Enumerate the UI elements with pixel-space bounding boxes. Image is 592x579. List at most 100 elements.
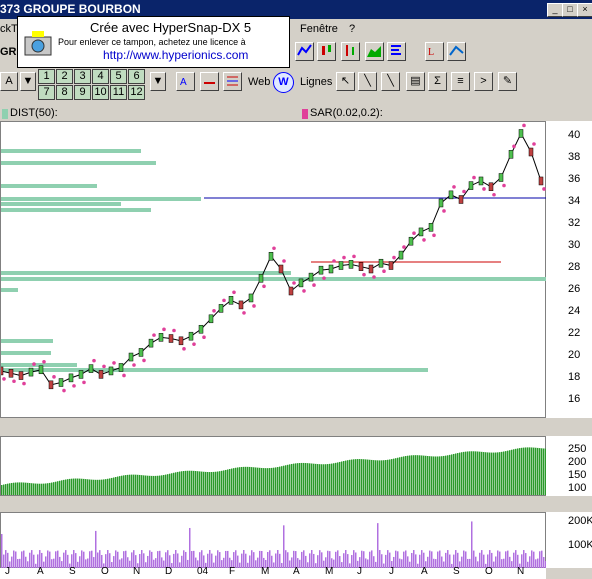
period-4-button[interactable]: 4	[92, 69, 109, 84]
line-chart-icon[interactable]	[295, 42, 314, 61]
osc-bar	[515, 448, 517, 495]
period-1-button[interactable]: 1	[38, 69, 55, 84]
osc-bar	[471, 451, 473, 495]
osc-bar	[355, 459, 357, 495]
volume-bar	[351, 555, 353, 568]
svg-text:L: L	[428, 47, 434, 58]
sigma-icon[interactable]: Σ	[428, 72, 447, 91]
close-button[interactable]: ×	[577, 3, 592, 17]
minimize-button[interactable]: _	[547, 3, 563, 17]
price-candle	[288, 286, 294, 296]
price-candle	[258, 274, 264, 283]
osc-bar	[37, 483, 39, 495]
price-candle	[248, 293, 254, 303]
cursor-icon[interactable]: ↖	[336, 72, 355, 91]
volume-panel[interactable]	[0, 512, 547, 568]
price-candle	[498, 173, 504, 182]
osc-bar	[491, 452, 493, 495]
price-candle	[328, 264, 334, 274]
menu-item-fenetre[interactable]: Fenêtre	[300, 23, 338, 35]
stamp-link[interactable]: http://www.hyperionics.com	[103, 48, 248, 62]
sar-dot	[112, 361, 116, 365]
chevron-down-icon[interactable]: ▼	[150, 72, 166, 91]
area-chart-icon[interactable]	[365, 42, 384, 61]
volume-chart-icon[interactable]	[387, 42, 406, 61]
sar-dot	[142, 358, 146, 363]
price-candle	[88, 364, 94, 373]
hamburger-icon[interactable]: ≡	[451, 72, 470, 91]
menu-item-help[interactable]: ?	[349, 23, 355, 35]
osc-bar	[145, 475, 147, 495]
chevron-down-icon[interactable]: ▼	[20, 72, 36, 91]
period-2-button[interactable]: 2	[56, 69, 73, 84]
osc-bar	[101, 479, 103, 495]
osc-bar	[481, 451, 483, 495]
volume-bar	[479, 552, 481, 568]
volume-bar	[61, 561, 63, 568]
log-scale-icon[interactable]: L	[425, 42, 444, 61]
osc-bar	[323, 464, 325, 495]
volume-bar	[49, 551, 51, 568]
sar-dot	[382, 269, 386, 274]
period-8-button[interactable]: 8	[56, 85, 73, 100]
dist-bar	[1, 197, 201, 201]
price-panel[interactable]	[0, 121, 547, 418]
osc-bar	[215, 471, 217, 495]
period-12-button[interactable]: 12	[128, 85, 145, 100]
osc-bar	[61, 480, 63, 495]
arrow-icon[interactable]: >	[474, 72, 493, 91]
price-candle	[168, 334, 174, 343]
osc-bar	[461, 452, 463, 495]
volume-bar	[463, 550, 465, 568]
price-candle	[158, 333, 164, 342]
document-icon[interactable]: ▤	[406, 72, 425, 91]
osc-bar	[13, 482, 15, 495]
volume-bar	[477, 561, 479, 568]
period-3-button[interactable]: 3	[74, 69, 91, 84]
osc-bar	[273, 467, 275, 495]
volume-bar	[335, 551, 337, 568]
oscillator-panel[interactable]	[0, 436, 547, 496]
osc-bar	[539, 448, 541, 495]
period-5-button[interactable]: 5	[110, 69, 127, 84]
volume-bar	[345, 550, 347, 568]
volume-bar	[155, 558, 157, 568]
price-candle	[118, 363, 124, 372]
volume-bar	[181, 555, 183, 568]
volume-bar	[343, 553, 345, 568]
draw-line-icon[interactable]: ╲	[358, 72, 377, 91]
osc-bar	[467, 451, 469, 495]
web-icon[interactable]: W	[273, 72, 294, 93]
sar-dot	[212, 309, 216, 313]
sar-dot	[92, 358, 96, 363]
candlestick-icon[interactable]	[317, 42, 336, 61]
osc-bar	[447, 455, 449, 495]
eraser-icon[interactable]: ✎	[498, 72, 517, 91]
red-line-icon[interactable]	[200, 72, 219, 91]
menu-item-ckt[interactable]: ckT	[0, 23, 18, 35]
osc-bar	[129, 474, 131, 495]
maximize-button[interactable]: □	[562, 3, 578, 17]
volume-bar	[469, 558, 471, 568]
osc-bar	[285, 465, 287, 495]
bar-chart-icon[interactable]	[341, 42, 360, 61]
period-7-button[interactable]: 7	[38, 85, 55, 100]
osc-bar	[405, 456, 407, 495]
sort-icon[interactable]: A	[176, 72, 195, 91]
volume-bar	[253, 552, 255, 568]
osc-bar	[1, 485, 3, 495]
sar-dot	[472, 175, 476, 180]
diagonal-line-icon[interactable]: ╲	[381, 72, 400, 91]
price-tick-label: 20	[568, 349, 581, 361]
osc-bar	[171, 473, 173, 495]
period-10-button[interactable]: 10	[92, 85, 109, 100]
period-6-button[interactable]: 6	[128, 69, 145, 84]
list-lines-icon[interactable]	[223, 72, 242, 91]
sar-dot	[432, 233, 436, 238]
font-a-button[interactable]: A	[0, 72, 18, 91]
trend-icon[interactable]	[447, 42, 466, 61]
osc-bar	[51, 482, 53, 495]
period-9-button[interactable]: 9	[74, 85, 91, 100]
period-11-button[interactable]: 11	[110, 85, 127, 100]
sar-dot	[482, 187, 486, 191]
